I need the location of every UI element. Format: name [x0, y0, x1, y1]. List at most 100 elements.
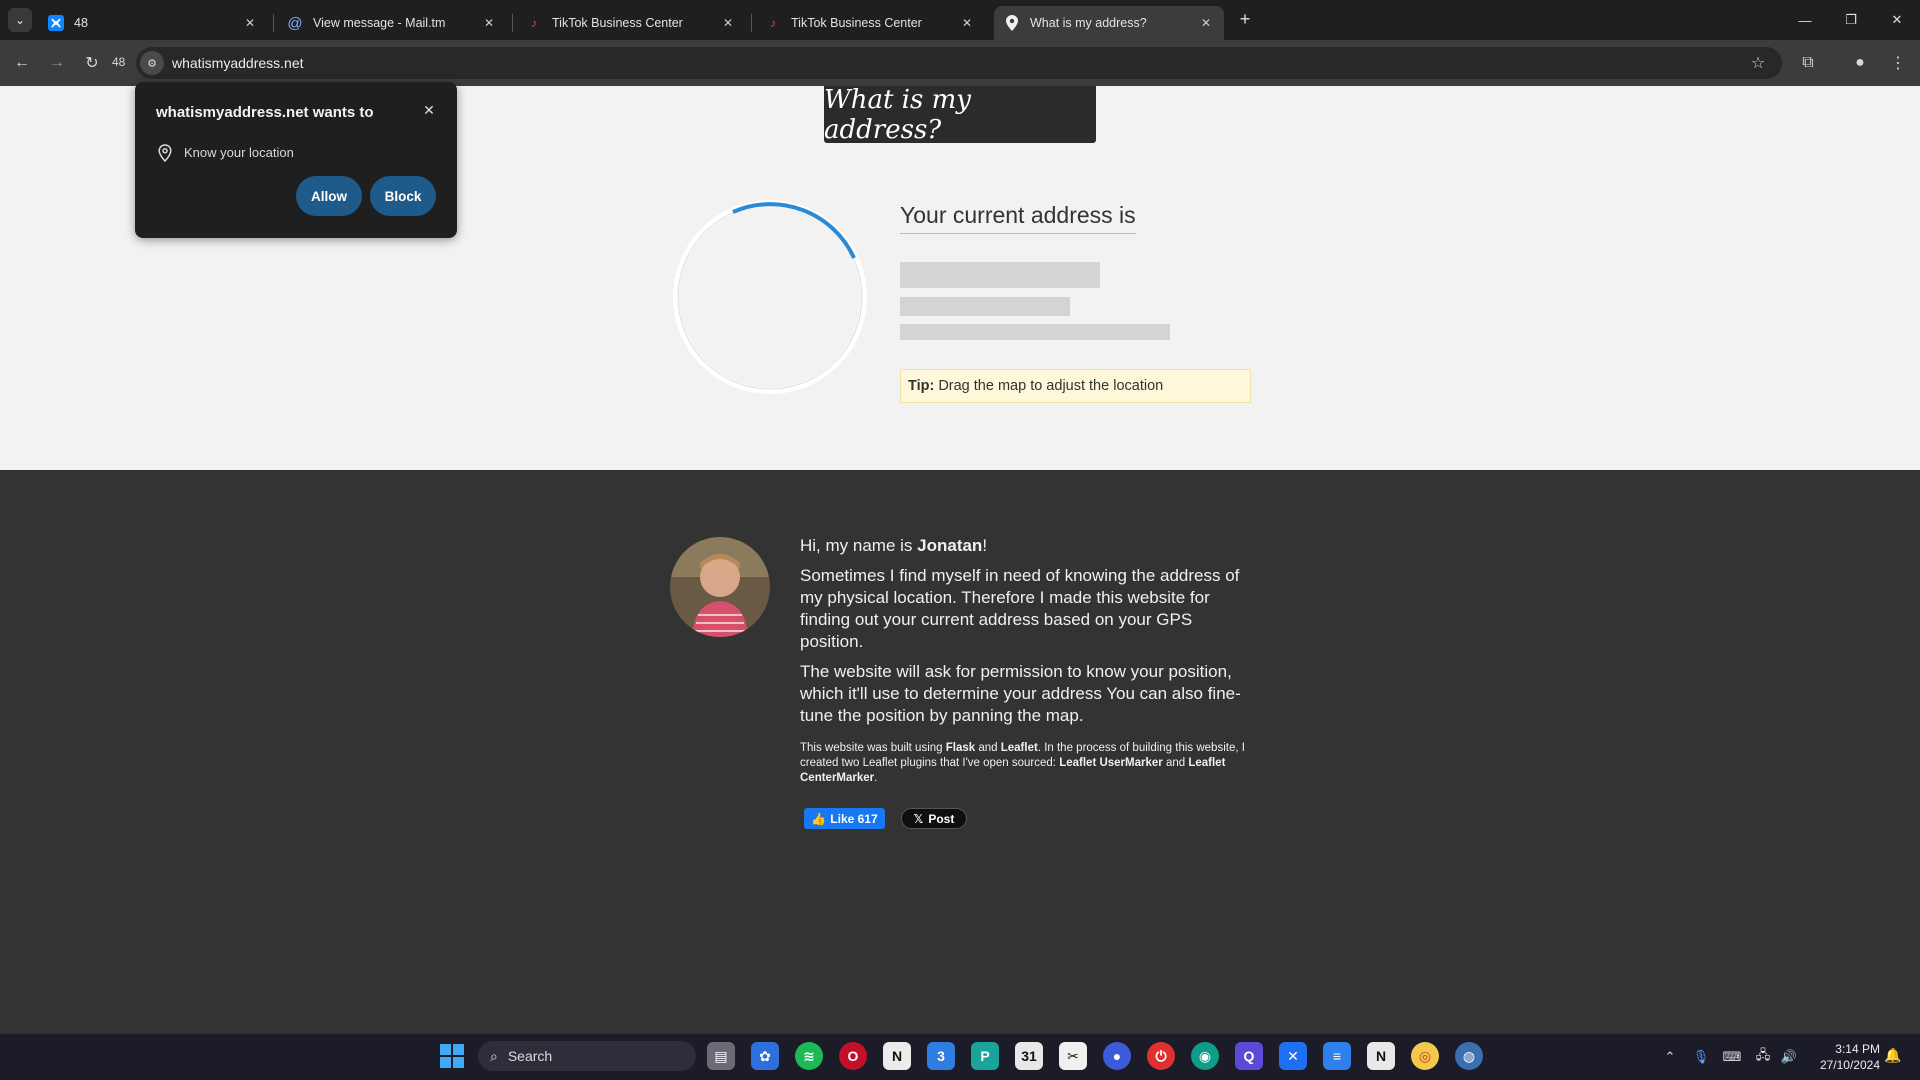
restore-button[interactable]: ❐	[1828, 0, 1874, 40]
block-button[interactable]: Block	[370, 176, 436, 216]
extensions-button[interactable]: ⧉	[1796, 51, 1820, 75]
tab-strip: ⌄ 48 ✕ @ View message - Mail.tm ✕ ♪ TikT…	[0, 0, 1920, 40]
tab-separator	[273, 14, 274, 32]
firefox-icon[interactable]: ●	[1103, 1042, 1131, 1070]
keyboard-icon[interactable]: ⌨	[1722, 1048, 1742, 1066]
close-icon[interactable]: ✕	[481, 15, 497, 31]
leaflet-usermarker-link[interactable]: Leaflet UserMarker	[1059, 757, 1163, 769]
location-pin-icon	[1004, 15, 1020, 31]
windows-start-icon[interactable]	[440, 1044, 464, 1068]
notion-app-icon[interactable]: N	[1367, 1042, 1395, 1070]
tab-search-button[interactable]: ⌄	[8, 8, 32, 32]
photos-icon[interactable]: ✿	[751, 1042, 779, 1070]
address-skeleton-line	[900, 262, 1100, 288]
close-icon[interactable]: ✕	[242, 15, 258, 31]
taskbar-clock[interactable]: 3:14 PM 27/10/2024	[1808, 1041, 1880, 1073]
calendar-icon[interactable]: 31	[1015, 1042, 1043, 1070]
tiktok-icon: ♪	[770, 16, 776, 30]
microphone-icon[interactable]: 🎙	[1691, 1048, 1711, 1066]
tab-mail[interactable]: @ View message - Mail.tm ✕	[277, 6, 507, 40]
site-info-button[interactable]: ⚙	[140, 51, 164, 75]
tab-title: What is my address?	[1030, 16, 1147, 30]
tip-box: Tip: Drag the map to adjust the location	[900, 369, 1251, 403]
pycharm-icon[interactable]: P	[971, 1042, 999, 1070]
search-placeholder: Search	[507, 1048, 553, 1064]
profile-button[interactable]: ●	[1848, 51, 1872, 75]
credits-text: and	[1162, 757, 1189, 769]
forward-button[interactable]: →	[45, 51, 69, 75]
volume-icon[interactable]: 🔊	[1779, 1048, 1799, 1066]
tip-text: Drag the map to adjust the location	[938, 378, 1164, 394]
minimize-button[interactable]: —	[1782, 0, 1828, 40]
spotify-icon[interactable]: ≋	[795, 1042, 823, 1070]
app-circle-icon[interactable]: ◉	[1191, 1042, 1219, 1070]
x-logo-icon: 𝕏	[913, 811, 924, 826]
close-icon[interactable]: ✕	[1198, 15, 1214, 31]
permission-close-button[interactable]: ✕	[419, 100, 439, 120]
chevron-up-icon[interactable]: ⌃	[1660, 1048, 1680, 1066]
tab-tiktok-2[interactable]: ♪ TikTok Business Center ✕	[755, 6, 985, 40]
arrow-right-icon: →	[49, 54, 65, 71]
tab-title: TikTok Business Center	[552, 16, 683, 30]
allow-button[interactable]: Allow	[296, 176, 362, 216]
app-3-icon[interactable]: 3	[927, 1042, 955, 1070]
bio-paragraph-1: Sometimes I find myself in need of knowi…	[800, 566, 1240, 651]
address-bar[interactable]	[136, 47, 1782, 79]
bio-greeting-prefix: Hi, my name is	[800, 536, 918, 555]
x-post-button[interactable]: 𝕏 Post	[901, 808, 967, 829]
loading-spinner	[673, 200, 867, 394]
author-avatar	[670, 537, 770, 637]
tab-title: View message - Mail.tm	[313, 16, 446, 30]
chrome-profile-icon[interactable]: ◍	[1455, 1042, 1483, 1070]
back-button[interactable]: ←	[10, 51, 34, 75]
notion-icon[interactable]: N	[883, 1042, 911, 1070]
tab-bluesky[interactable]: 48 ✕	[38, 6, 268, 40]
chrome-icon[interactable]: ◎	[1411, 1042, 1439, 1070]
like-count: Like 617	[830, 811, 878, 826]
reload-icon: ↻	[85, 55, 99, 72]
app-q-icon[interactable]: Q	[1235, 1042, 1263, 1070]
tab-separator	[751, 14, 752, 32]
new-tab-button[interactable]: +	[1234, 8, 1256, 30]
tab-separator	[512, 14, 513, 32]
power-app-icon[interactable]: ⏻	[1147, 1042, 1175, 1070]
flask-link[interactable]: Flask	[946, 742, 975, 754]
capcut-icon[interactable]: ✂	[1059, 1042, 1087, 1070]
facebook-like-button[interactable]: 👍 Like 617	[804, 808, 885, 829]
close-icon[interactable]: ✕	[959, 15, 975, 31]
person-icon: ●	[1855, 54, 1865, 71]
file-explorer-icon[interactable]: ▤	[707, 1042, 735, 1070]
network-icon[interactable]: 🖧	[1753, 1047, 1773, 1066]
chevron-down-icon: ⌄	[14, 13, 26, 27]
bluesky-app-icon[interactable]: ✕	[1279, 1042, 1307, 1070]
notepad-icon[interactable]: ≡	[1323, 1042, 1351, 1070]
tab-title: TikTok Business Center	[791, 16, 922, 30]
permission-request: Know your location	[184, 145, 294, 160]
at-sign-icon: @	[287, 14, 303, 32]
bookmark-button[interactable]: ☆	[1746, 51, 1770, 75]
permission-title: whatismyaddress.net wants to	[156, 104, 374, 121]
menu-button[interactable]: ⋮	[1886, 51, 1910, 75]
close-icon[interactable]: ✕	[720, 15, 736, 31]
credits-text: .	[874, 772, 878, 784]
credits-text: This website was built using	[800, 742, 946, 754]
window-close-button[interactable]: ✕	[1874, 0, 1920, 40]
tiktok-icon: ♪	[531, 16, 537, 30]
tab-what-is-my-address[interactable]: What is my address? ✕	[994, 6, 1224, 40]
notification-bell-icon[interactable]: 🔔	[1884, 1047, 1901, 1064]
author-bio: Hi, my name is Jonatan! Sometimes I find…	[800, 535, 1245, 794]
address-heading: Your current address is	[900, 202, 1136, 234]
address-skeleton-line	[900, 324, 1170, 340]
tab-tiktok-1[interactable]: ♪ TikTok Business Center ✕	[516, 6, 746, 40]
opera-icon[interactable]: O	[839, 1042, 867, 1070]
close-icon: ✕	[423, 101, 435, 118]
bio-greeting-suffix: !	[982, 536, 988, 555]
author-name: Jonatan	[917, 536, 983, 555]
clock-date: 27/10/2024	[1819, 1058, 1880, 1072]
reload-badge: 48	[112, 55, 126, 69]
location-pin-icon	[158, 144, 172, 162]
url-text[interactable]: whatismyaddress.net	[172, 55, 304, 71]
taskbar-search[interactable]: ⌕ Search	[478, 1041, 696, 1071]
reload-button[interactable]: ↻	[80, 51, 104, 75]
leaflet-link[interactable]: Leaflet	[1001, 742, 1038, 754]
